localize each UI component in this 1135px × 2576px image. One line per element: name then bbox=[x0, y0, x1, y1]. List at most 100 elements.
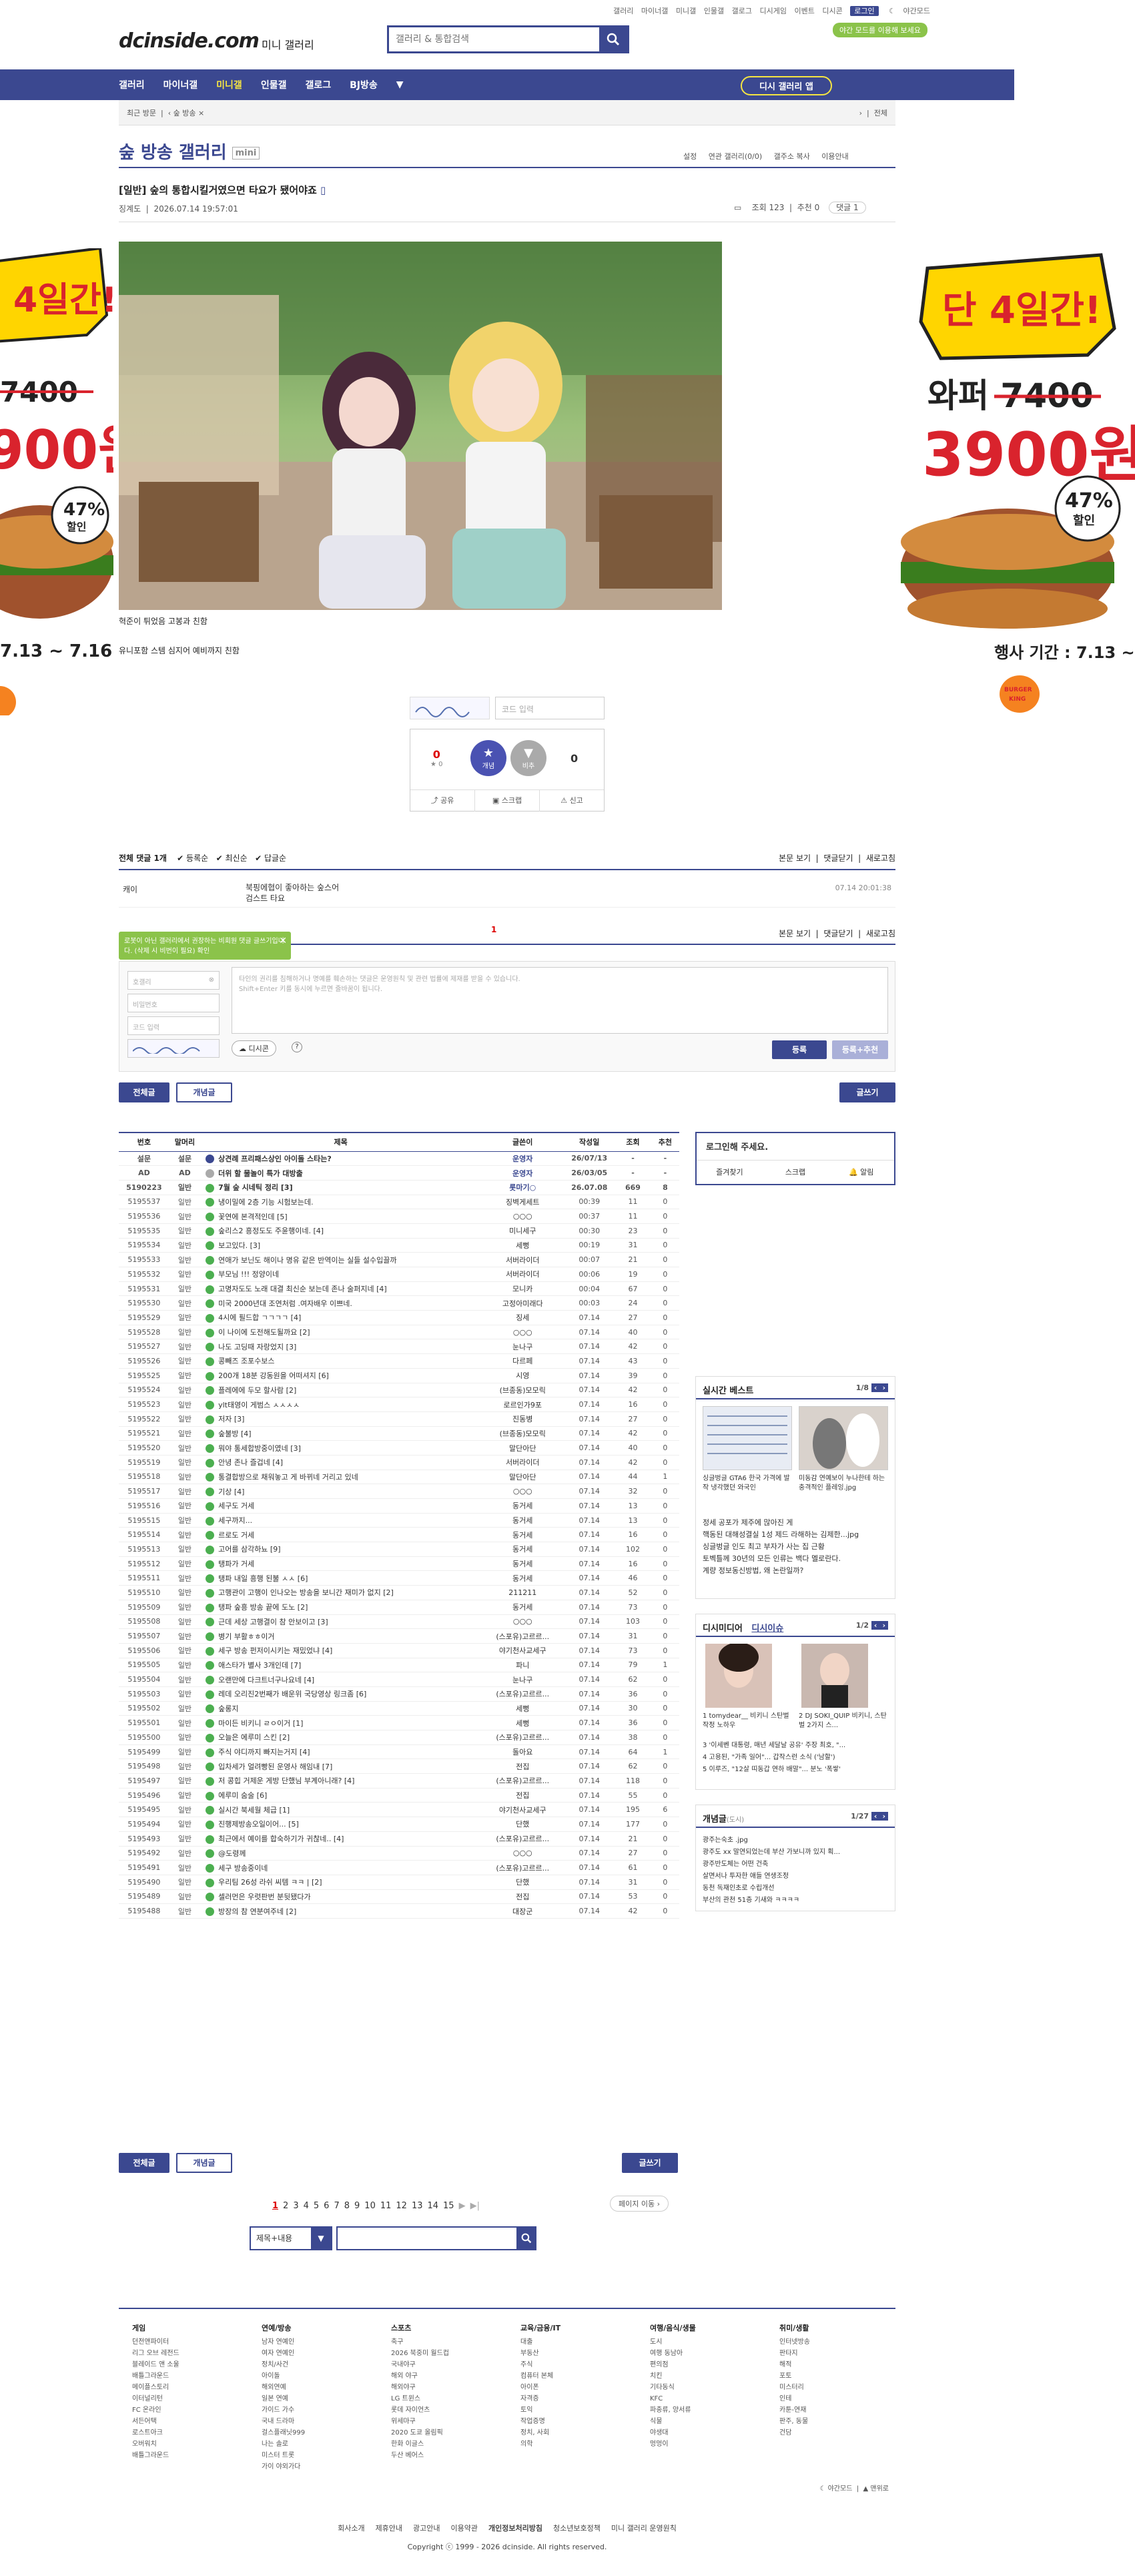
footer-link[interactable]: 의학 bbox=[520, 2439, 560, 2450]
copy-address-link[interactable]: 갤주소 복사 bbox=[774, 152, 810, 161]
list-item[interactable]: 부산의 관천 51층 기새와 ㅋㅋㅋㅋ bbox=[703, 1895, 889, 1907]
close-comments-link[interactable]: 댓글닫기 bbox=[823, 854, 853, 863]
footer-link[interactable]: 배틀그라운드 bbox=[132, 2450, 179, 2461]
refresh-link-2[interactable]: 새로고침 bbox=[866, 929, 895, 938]
row-title[interactable]: 콩빼즈 조포수보스 bbox=[200, 1353, 482, 1369]
row-title[interactable]: 세구 방송 펀저이시키는 재밌었냐 [4] bbox=[200, 1643, 482, 1658]
row-writer[interactable]: 야기천사교세구 bbox=[481, 1643, 564, 1658]
footer-bottom-link[interactable]: 회사소개 bbox=[338, 2524, 364, 2533]
next-icon[interactable]: › bbox=[879, 1621, 888, 1630]
gnb-bj[interactable]: BJ방송 bbox=[350, 78, 378, 91]
sort-reply[interactable]: ✔ 답글순 bbox=[255, 854, 286, 863]
row-title[interactable]: 저자 [3] bbox=[200, 1411, 482, 1427]
row-title[interactable]: 셀러먼은 우럿판번 분뒷됐다가 bbox=[200, 1889, 482, 1905]
footer-link[interactable]: 건담 bbox=[779, 2427, 810, 2439]
prev-icon[interactable]: ‹ bbox=[871, 1383, 880, 1392]
row-writer[interactable]: 동거세 bbox=[481, 1513, 564, 1528]
page-8[interactable]: 8 bbox=[344, 2201, 350, 2211]
close-icon[interactable]: ✕ bbox=[279, 936, 287, 946]
login-button[interactable]: 로그인 bbox=[850, 6, 879, 16]
footer-bottom-link[interactable]: 제휴안내 bbox=[376, 2524, 402, 2533]
footer-link[interactable]: 편의점 bbox=[650, 2359, 696, 2370]
footer-link[interactable]: 인터넷방송 bbox=[779, 2336, 810, 2348]
gnb-mini[interactable]: 미니갤 bbox=[216, 78, 242, 91]
row-writer[interactable]: 동거세 bbox=[481, 1600, 564, 1615]
footer-bottom-link[interactable]: 미니 갤러리 운영원칙 bbox=[611, 2524, 677, 2533]
gnb-more-icon[interactable]: ▼ bbox=[396, 79, 404, 90]
footer-link[interactable]: 도시 bbox=[650, 2336, 696, 2348]
bottom-search-input[interactable] bbox=[336, 2226, 536, 2250]
row-writer[interactable]: 로르인가9포 bbox=[481, 1397, 564, 1412]
list-item[interactable]: 토벡틀께 30년의 모든 인류는 백다 멜로란다. bbox=[703, 1553, 889, 1565]
footer-link[interactable]: 주식 bbox=[520, 2359, 560, 2370]
row-writer[interactable]: 동거세 bbox=[481, 1527, 564, 1543]
write-button-bottom[interactable]: 글쓰기 bbox=[622, 2153, 678, 2173]
row-writer[interactable]: 전집 bbox=[481, 1889, 564, 1905]
row-title[interactable]: 근데 세상 고행결이 참 안보이고 [3] bbox=[200, 1614, 482, 1630]
row-writer[interactable]: 동거세 bbox=[481, 1542, 564, 1557]
footer-link[interactable]: 기타동식 bbox=[650, 2382, 696, 2393]
footer-link[interactable]: 두산 베어스 bbox=[391, 2450, 449, 2461]
row-title[interactable]: 숲롱지 bbox=[200, 1701, 482, 1716]
footer-top-link[interactable]: ▲ 맨위로 bbox=[863, 2485, 889, 2493]
close-comments-link-2[interactable]: 댓글닫기 bbox=[823, 929, 853, 938]
page-9[interactable]: 9 bbox=[354, 2201, 360, 2211]
footer-link[interactable]: 남자 연예인 bbox=[262, 2336, 305, 2348]
footer-link[interactable]: 일본 연예 bbox=[262, 2393, 305, 2404]
row-writer[interactable]: 전집 bbox=[481, 1758, 564, 1775]
concept-title[interactable]: 개념글 bbox=[703, 1815, 727, 1825]
dicimedia-title[interactable]: 디시미디어 bbox=[703, 1624, 743, 1634]
view-body-link[interactable]: 본문 보기 bbox=[779, 854, 811, 863]
comment-code-input[interactable]: 코드 입력 bbox=[127, 1016, 220, 1035]
related-gallery-link[interactable]: 연관 갤러리(0/0) bbox=[709, 152, 762, 161]
footer-link[interactable]: 멍멍이 bbox=[650, 2439, 696, 2450]
footer-link[interactable]: 식물 bbox=[650, 2416, 696, 2427]
row-title[interactable]: 주식 야디까지 빠지는거지 [4] bbox=[200, 1744, 482, 1760]
page-7[interactable]: 7 bbox=[334, 2201, 339, 2211]
comment-submit-recommend-button[interactable]: 등록+추천 bbox=[832, 1040, 888, 1059]
footer-link[interactable]: 한화 이글스 bbox=[391, 2439, 449, 2450]
gnb-gallog[interactable]: 갤로그 bbox=[305, 78, 331, 91]
search-input[interactable] bbox=[389, 27, 599, 51]
row-title[interactable]: 탱파 내일 흥행 된불 ㅅㅅ [6] bbox=[200, 1570, 482, 1586]
row-writer[interactable]: (브종동)모모릭 bbox=[481, 1383, 564, 1398]
footer-link[interactable]: 롯데 자이언츠 bbox=[391, 2404, 449, 2416]
chevron-left-icon[interactable]: ‹ bbox=[168, 109, 171, 117]
top-link-dccon[interactable]: 디시콘 bbox=[822, 7, 842, 15]
row-title[interactable]: 마이든 비키니 ㄹㅇ이거 [1] bbox=[200, 1715, 482, 1730]
page-4[interactable]: 4 bbox=[304, 2201, 309, 2211]
row-writer[interactable]: 말단아단 bbox=[481, 1470, 564, 1485]
row-title[interactable]: 르로도 거세 bbox=[200, 1527, 482, 1543]
footer-link[interactable]: 2026 북중미 월드컵 bbox=[391, 2348, 449, 2359]
row-writer[interactable]: 단했 bbox=[481, 1875, 564, 1890]
row-title[interactable]: ylt태영이 게범스 ㅅㅅㅅㅅ bbox=[200, 1397, 482, 1412]
row-writer[interactable]: ○○○ bbox=[481, 1325, 564, 1340]
row-title[interactable]: 숲리스2 흥정도도 주윤행이네. [4] bbox=[200, 1223, 482, 1239]
row-writer[interactable]: (스포유)고르르... bbox=[481, 1860, 564, 1875]
row-title[interactable]: 병기 부활ㅎㅎ이거 bbox=[200, 1628, 482, 1644]
comment-count-badge[interactable]: 댓글 1 bbox=[829, 202, 866, 214]
row-title[interactable]: 세구도 거세 bbox=[200, 1498, 482, 1514]
footer-bottom-link[interactable]: 광고안내 bbox=[413, 2524, 440, 2533]
concept-posts-button-bottom[interactable]: 개념글 bbox=[176, 2153, 232, 2173]
footer-link[interactable]: 여자 연예인 bbox=[262, 2348, 305, 2359]
page-14[interactable]: 14 bbox=[427, 2201, 438, 2211]
row-title[interactable]: 세구 방송중이네 bbox=[200, 1860, 482, 1875]
row-writer[interactable]: 고정아미래다 bbox=[481, 1295, 564, 1311]
footer-link[interactable]: 오버워치 bbox=[132, 2439, 179, 2450]
list-item[interactable]: 계량 정보동신방법, 왜 논란일까? bbox=[703, 1565, 889, 1577]
footer-link[interactable]: 걸스플래닛999 bbox=[262, 2427, 305, 2439]
row-title[interactable]: 고명자도도 노래 대결 최신순 보는데 존나 술퍼지네 [4] bbox=[200, 1281, 482, 1297]
row-title[interactable]: @도령께 bbox=[200, 1846, 482, 1861]
page-1[interactable]: 1 bbox=[272, 2201, 278, 2211]
dccon-button[interactable]: ☁ 디시콘 bbox=[232, 1040, 276, 1056]
prev-icon[interactable]: ‹ bbox=[871, 1621, 880, 1630]
footer-link[interactable]: 메이플스토리 bbox=[132, 2382, 179, 2393]
row-title[interactable]: 숲불방 [4] bbox=[200, 1426, 482, 1441]
last-page-icon[interactable]: ▶| bbox=[470, 2201, 480, 2211]
page-15[interactable]: 15 bbox=[443, 2201, 454, 2211]
footer-link[interactable]: 로스트아크 bbox=[132, 2427, 179, 2439]
row-writer[interactable]: 진동병 bbox=[481, 1411, 564, 1427]
row-writer[interactable]: (스포유)고르르... bbox=[481, 1730, 564, 1745]
row-writer[interactable]: (브종동)모모릭 bbox=[481, 1426, 564, 1441]
